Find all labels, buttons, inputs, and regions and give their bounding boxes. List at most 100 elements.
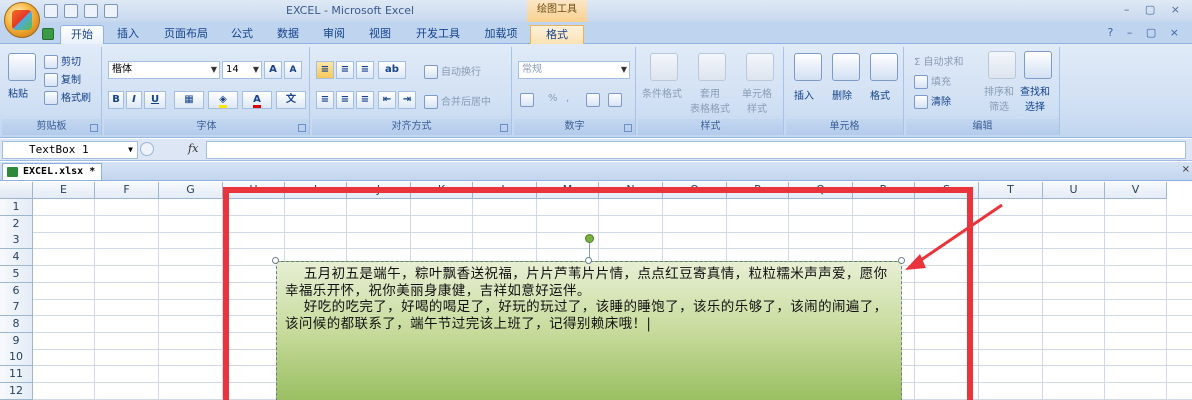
decrease-decimal-button[interactable] [608,93,625,107]
row-header-6[interactable]: 6 [0,282,33,300]
currency-button[interactable] [520,93,537,107]
format-cells-button[interactable]: 格式 [870,87,890,102]
increase-indent-button[interactable]: ⇥ [398,91,416,109]
resize-handle-top-left[interactable] [272,257,279,264]
select-all-corner[interactable] [0,182,33,199]
align-center-button[interactable]: ≡ [336,91,354,109]
tab-view[interactable]: 视图 [362,25,398,44]
worksheet-grid[interactable]: EFGHIJKLMNOPQRSTUV 1 2 3 4 5 6 7 8 9 10 11 12 五月初五是… [0,182,1192,400]
dialog-launcher-icon[interactable] [624,124,632,132]
tab-data[interactable]: 数据 [270,25,306,44]
delete-cells-button[interactable]: 删除 [832,87,852,102]
save-icon[interactable] [44,4,58,18]
comma-button[interactable]: , [566,93,569,104]
cell-styles-button[interactable]: 单元格 样式 [742,85,772,115]
column-header-v[interactable]: V [1105,182,1167,199]
rotate-handle[interactable] [585,234,594,243]
format-painter-button[interactable]: 格式刷 [44,89,91,105]
dialog-launcher-icon[interactable] [500,124,508,132]
clear-button[interactable]: 清除 [914,93,951,109]
row-header-11[interactable]: 11 [0,366,33,383]
fill-button[interactable]: 填充 [914,73,951,89]
formula-input[interactable] [206,141,1186,159]
column-header-g[interactable]: G [159,182,223,199]
wrap-text-button[interactable]: 自动换行 [424,63,481,79]
row-header-9[interactable]: 9 [0,332,33,350]
textbox-text[interactable]: 五月初五是端午，粽叶飘香送祝福，片片芦苇片片情，点点红豆寄真情，粒粒糯米声声爱，… [285,266,897,332]
print-preview-icon[interactable] [104,4,118,18]
insert-function-button[interactable]: fx [188,142,198,155]
sort-filter-button[interactable]: 排序和 筛选 [984,83,1014,113]
phonetic-button[interactable]: 文 [276,91,306,109]
name-box[interactable]: TextBox 1 ▼ [2,141,138,159]
row-header-1[interactable]: 1 [0,199,33,216]
orientation-button[interactable]: ab [378,61,406,79]
column-header-f[interactable]: F [95,182,159,199]
dialog-launcher-icon[interactable] [298,124,306,132]
close-icon[interactable]: × [1182,164,1190,175]
grow-font-button[interactable]: A [264,61,282,79]
column-header-u[interactable]: U [1043,182,1105,199]
tab-page-layout[interactable]: 页面布局 [156,25,216,44]
tab-formulas[interactable]: 公式 [224,25,260,44]
excel-sheet-icon[interactable] [40,25,58,44]
dialog-launcher-icon[interactable] [90,124,98,132]
font-name-combo[interactable]: 楷体 ▼ [108,61,220,79]
row-header-7[interactable]: 7 [0,299,33,317]
align-left-button[interactable]: ≡ [316,91,334,109]
find-select-button[interactable]: 查找和 选择 [1020,83,1050,113]
row-header-3[interactable]: 3 [0,232,33,250]
row-header-10[interactable]: 10 [0,349,33,367]
cancel-entry-icon[interactable] [140,142,154,156]
column-header-t[interactable]: T [979,182,1043,199]
percent-button[interactable]: % [548,93,558,104]
tab-review[interactable]: 审阅 [316,25,352,44]
row-header-12[interactable]: 12 [0,382,33,400]
resize-handle-top-center[interactable] [585,257,592,264]
borders-button[interactable]: ▦ [174,91,204,109]
font-size-combo[interactable]: 14 ▼ [222,61,262,79]
tab-insert[interactable]: 插入 [110,25,146,44]
redo-icon[interactable] [84,4,98,18]
cut-button[interactable]: 剪切 [44,53,81,69]
italic-button[interactable]: I [126,91,142,109]
paste-button[interactable]: 粘贴 [8,85,28,100]
insert-cells-button[interactable]: 插入 [794,87,814,102]
align-middle-button[interactable]: ≡ [336,61,354,79]
autosum-button[interactable]: Σ 自动求和 [914,53,964,68]
increase-decimal-button[interactable] [586,93,603,107]
textbox-1[interactable]: 五月初五是端午，粽叶飘香送祝福，片片芦苇片片情，点点红豆寄真情，粒粒糯米声声爱，… [276,261,902,400]
underline-button[interactable]: U [144,91,166,109]
paste-icon[interactable] [8,53,36,81]
align-top-button[interactable]: ≡ [316,61,334,79]
fill-down-icon [914,75,928,89]
undo-icon[interactable] [64,4,78,18]
row-header-5[interactable]: 5 [0,265,33,283]
row-header-2[interactable]: 2 [0,215,33,233]
help-and-window-controls[interactable]: ? – ▢ × [1108,26,1184,39]
row-header-8[interactable]: 8 [0,315,33,333]
number-format-combo[interactable]: 常规 ▼ [518,61,630,79]
office-button[interactable] [4,2,40,38]
table-format-button[interactable]: 套用 表格格式 [690,85,730,115]
column-header-e[interactable]: E [33,182,95,199]
grid-column-line [1042,199,1043,400]
font-color-button[interactable]: A [242,91,272,109]
window-controls[interactable]: – ▢ × [1124,3,1186,16]
tab-add-ins[interactable]: 加载项 [478,25,524,44]
fill-color-button[interactable]: ◈ [208,91,238,109]
tab-home[interactable]: 开始 [60,25,104,44]
align-right-button[interactable]: ≡ [356,91,374,109]
align-bottom-button[interactable]: ≡ [356,61,374,79]
bold-button[interactable]: B [108,91,124,109]
workbook-tab[interactable]: EXCEL.xlsx * [2,163,103,180]
tab-developer[interactable]: 开发工具 [408,25,468,44]
copy-button[interactable]: 复制 [44,71,81,87]
shrink-font-button[interactable]: A [284,61,302,79]
row-header-4[interactable]: 4 [0,249,33,267]
conditional-format-button[interactable]: 条件格式 [642,85,682,100]
merge-center-button[interactable]: 合并后居中 [424,93,491,109]
decrease-indent-button[interactable]: ⇤ [378,91,396,109]
resize-handle-top-right[interactable] [898,257,905,264]
tab-format[interactable]: 格式 [530,25,584,44]
